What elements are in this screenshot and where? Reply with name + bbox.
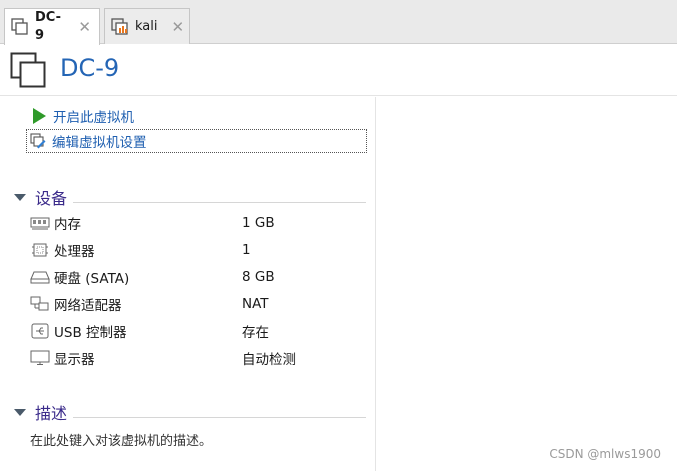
play-icon bbox=[33, 108, 46, 124]
cpu-icon bbox=[30, 242, 50, 258]
power-on-label: 开启此虚拟机 bbox=[53, 110, 134, 126]
tab-kali[interactable]: kali ✕ bbox=[104, 8, 190, 44]
monitor-icon bbox=[30, 350, 50, 366]
tab-strip: DC-9 ✕ kali ✕ bbox=[0, 0, 677, 45]
watermark: CSDN @mlws1900 bbox=[549, 447, 661, 461]
device-name: 处理器 bbox=[54, 244, 95, 260]
device-row-network-adapter[interactable]: 网络适配器 NAT bbox=[30, 293, 370, 315]
device-row-hard-disk[interactable]: 硬盘 (SATA) 8 GB bbox=[30, 266, 370, 288]
section-title: 设备 bbox=[35, 189, 68, 208]
tab-dc-9[interactable]: DC-9 ✕ bbox=[4, 8, 100, 45]
close-icon[interactable]: ✕ bbox=[172, 18, 185, 36]
power-on-vm-link[interactable]: 开启此虚拟机 bbox=[28, 105, 134, 127]
close-icon[interactable]: ✕ bbox=[78, 18, 91, 36]
tab-label: DC-9 bbox=[35, 10, 62, 43]
device-row-memory[interactable]: 内存 1 GB bbox=[30, 212, 370, 234]
device-row-processor[interactable]: 处理器 1 bbox=[30, 239, 370, 261]
divider bbox=[73, 416, 366, 418]
device-name: 网络适配器 bbox=[54, 298, 122, 314]
tab-label: kali bbox=[135, 18, 158, 34]
kali-vm-icon bbox=[111, 17, 129, 36]
device-name: 硬盘 (SATA) bbox=[54, 271, 130, 287]
usb-icon bbox=[30, 323, 50, 339]
device-value: 自动检测 bbox=[242, 352, 296, 368]
page-title: DC-9 bbox=[60, 54, 120, 82]
description-section-header[interactable]: 描述 bbox=[14, 400, 366, 424]
divider bbox=[73, 201, 366, 203]
edit-settings-icon bbox=[30, 133, 46, 149]
device-row-display[interactable]: 显示器 自动检测 bbox=[30, 347, 370, 369]
device-value: 1 GB bbox=[242, 215, 275, 231]
device-row-usb-controller[interactable]: USB 控制器 存在 bbox=[30, 320, 370, 342]
device-name: USB 控制器 bbox=[54, 325, 127, 341]
devices-section-header[interactable]: 设备 bbox=[14, 185, 366, 209]
section-title: 描述 bbox=[35, 404, 68, 423]
device-value: 8 GB bbox=[242, 269, 275, 285]
network-adapter-icon bbox=[30, 296, 50, 312]
edit-settings-label: 编辑虚拟机设置 bbox=[52, 135, 147, 151]
device-value: 存在 bbox=[242, 325, 269, 341]
vm-icon bbox=[11, 18, 29, 36]
vm-summary-panel: 开启此虚拟机 编辑虚拟机设置 设备 内存 1 GB 处理器 1 硬盘 (SATA… bbox=[0, 97, 376, 471]
memory-icon bbox=[30, 215, 50, 231]
collapse-caret-icon bbox=[14, 408, 26, 416]
vm-header: DC-9 bbox=[0, 44, 677, 96]
hard-disk-icon bbox=[30, 269, 50, 285]
edit-vm-settings-link[interactable]: 编辑虚拟机设置 bbox=[26, 129, 367, 153]
device-name: 显示器 bbox=[54, 352, 95, 368]
device-value: 1 bbox=[242, 242, 251, 258]
device-name: 内存 bbox=[54, 217, 81, 233]
vm-icon bbox=[10, 52, 46, 88]
description-input[interactable]: 在此处键入对该虚拟机的描述。 bbox=[30, 430, 212, 449]
collapse-caret-icon bbox=[14, 193, 26, 201]
device-value: NAT bbox=[242, 296, 269, 312]
